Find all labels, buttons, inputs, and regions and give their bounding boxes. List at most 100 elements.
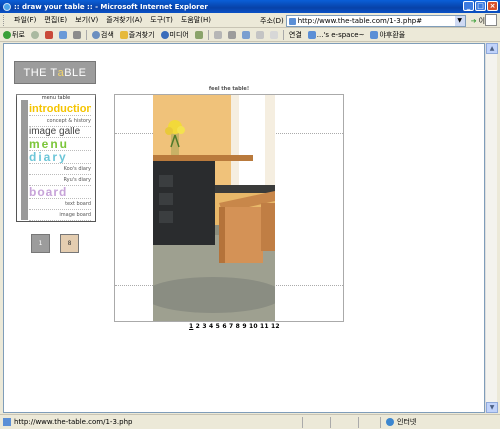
side-menu-header: menu table [17, 95, 95, 101]
ie-icon [3, 2, 11, 11]
site-logo[interactable]: THE Ta BLE [14, 61, 96, 84]
window-title: :: draw your table :: - Microsoft Intern… [14, 2, 208, 11]
nav-text-board[interactable]: text board [29, 199, 91, 210]
quick-button-8[interactable]: 8 [60, 234, 79, 253]
address-dropdown-icon[interactable]: ▼ [454, 15, 465, 26]
search-icon [91, 30, 100, 39]
page-icon [288, 17, 296, 25]
pager-pages[interactable]: 2 3 4 5 6 7 8 9 10 11 12 [196, 323, 280, 330]
page-content: THE Ta BLE menu table introduction concep… [3, 43, 485, 413]
stop-icon [44, 30, 53, 39]
address-label: 주소(D) [260, 16, 284, 25]
back-button[interactable]: 뒤로 [0, 30, 28, 40]
status-divider [358, 417, 359, 428]
media-label: 미디어 [169, 30, 189, 39]
toolbar: 뒤로 검색 즐겨찾기 미디어 연결 ...'s e-space~ 야후환율 [0, 28, 500, 42]
nav-ryu-diary[interactable]: Ryu's diary [29, 175, 91, 186]
messenger-icon [269, 30, 278, 39]
favorites-button[interactable]: 즐겨찾기 [117, 30, 158, 40]
pager-current[interactable]: 1 [189, 323, 193, 330]
status-divider [380, 417, 381, 428]
address-url: http://www.the-table.com/1-3.php# [297, 16, 423, 25]
zone-label: 인터넷 [397, 418, 417, 426]
menu-tools[interactable]: 도구(T) [146, 15, 177, 25]
menu-edit[interactable]: 편집(E) [40, 15, 71, 25]
nav-menu[interactable]: menu [29, 138, 91, 151]
scroll-down-icon[interactable]: ▼ [486, 402, 498, 413]
link-espace-label: ...'s e-space~ [316, 30, 365, 39]
nav-image-board[interactable]: image board [29, 210, 91, 221]
minimize-button[interactable]: _ [463, 1, 474, 11]
page-status-icon [3, 418, 11, 426]
status-divider [302, 417, 303, 428]
back-icon [3, 30, 11, 39]
nav-image-gallery[interactable]: image galle [29, 127, 91, 138]
home-button[interactable] [70, 30, 84, 39]
refresh-icon [58, 30, 67, 39]
menu-favorites[interactable]: 즐겨찾기(A) [102, 15, 146, 25]
photo-pager: 1 2 3 4 5 6 7 8 9 10 11 12 [189, 323, 280, 330]
link-espace[interactable]: ...'s e-space~ [305, 30, 368, 39]
back-label: 뒤로 [12, 30, 25, 39]
side-menu: menu table introduction concept & histor… [16, 94, 96, 222]
history-icon [194, 30, 203, 39]
status-divider [330, 417, 331, 428]
menu-help[interactable]: 도움말(H) [177, 15, 215, 25]
status-bar: http://www.the-table.com/1-3.php 인터넷 [0, 414, 500, 429]
favorites-icon [119, 30, 128, 39]
search-label: 검색 [100, 30, 114, 39]
frame-title: feel the table! [208, 86, 250, 92]
logo-text-pre: THE T [23, 66, 58, 79]
go-arrow-icon: ➔ [470, 16, 477, 25]
media-button[interactable]: 미디어 [158, 30, 192, 40]
link-page-icon [370, 30, 379, 39]
link-page-icon [307, 30, 316, 39]
security-zone: 인터넷 [386, 417, 416, 427]
messenger-button[interactable] [267, 30, 281, 39]
forward-icon [30, 30, 39, 39]
media-icon [160, 30, 169, 39]
link-yahoo-label: 야후환율 [379, 30, 406, 39]
favorites-label: 즐겨찾기 [128, 30, 155, 39]
maximize-button[interactable]: □ [475, 1, 486, 11]
windows-logo-icon [485, 14, 497, 26]
close-button[interactable]: × [487, 1, 498, 11]
vertical-scrollbar[interactable]: ▲ ▼ [485, 43, 498, 413]
discuss-icon [255, 30, 264, 39]
stop-button[interactable] [42, 30, 56, 39]
discuss-button[interactable] [253, 30, 267, 39]
quick-button-1[interactable]: 1 [31, 234, 50, 253]
nav-diary[interactable]: diary [29, 151, 91, 164]
menu-view[interactable]: 보기(V) [71, 15, 102, 25]
scroll-up-icon[interactable]: ▲ [486, 43, 498, 54]
browser-window: :: draw your table :: - Microsoft Intern… [0, 0, 500, 429]
nav-koo-diary[interactable]: Koo's diary [29, 164, 91, 175]
search-button[interactable]: 검색 [89, 30, 117, 40]
edit-button[interactable] [239, 30, 253, 39]
menu-bar: 파일(F) 편집(E) 보기(V) 즐겨찾기(A) 도구(T) 도움말(H) 주… [0, 13, 500, 28]
address-input[interactable]: http://www.the-table.com/1-3.php# ▼ [285, 14, 466, 27]
history-button[interactable] [192, 30, 206, 39]
refresh-button[interactable] [56, 30, 70, 39]
internet-globe-icon [386, 418, 394, 426]
nav-board[interactable]: board [29, 186, 91, 199]
side-menu-bar [21, 100, 28, 220]
toolbar-separator [282, 29, 284, 40]
toolbar-separator [85, 29, 87, 40]
logo-text-a: a [57, 66, 65, 79]
mail-icon [213, 30, 222, 39]
menu-grip [3, 14, 7, 26]
print-button[interactable] [225, 30, 239, 39]
status-url: http://www.the-table.com/1-3.php [14, 418, 133, 426]
photo-frame [114, 94, 344, 322]
edit-icon [241, 30, 250, 39]
forward-button[interactable] [28, 30, 42, 39]
mail-button[interactable] [211, 30, 225, 39]
menu-file[interactable]: 파일(F) [10, 15, 40, 25]
links-label: 연결 [288, 30, 302, 39]
nav-introduction[interactable]: introduction [29, 104, 91, 116]
title-bar: :: draw your table :: - Microsoft Intern… [0, 0, 500, 13]
table-photo [153, 95, 275, 321]
link-yahoo-exchange[interactable]: 야후환율 [367, 30, 408, 40]
nav-concept-history[interactable]: concept & history [29, 116, 91, 127]
